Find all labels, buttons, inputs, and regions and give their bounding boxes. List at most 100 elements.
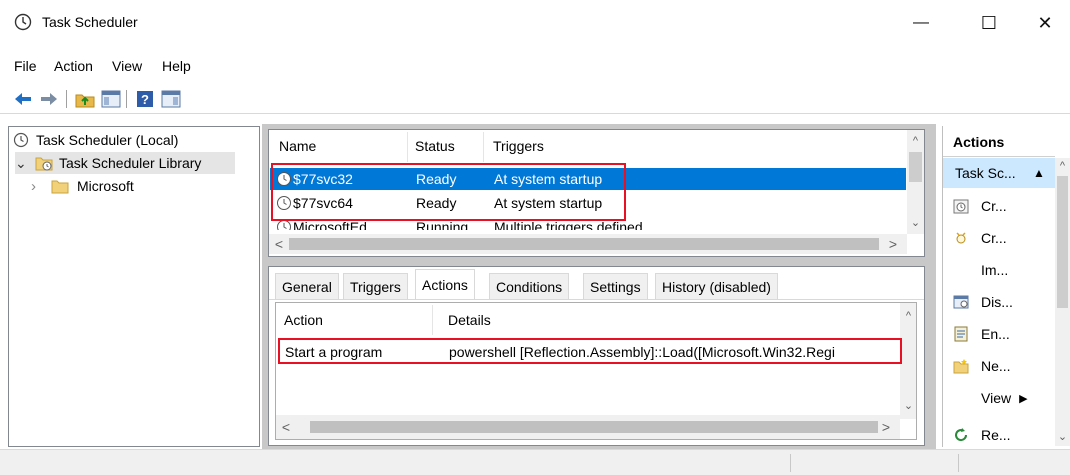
clock-icon <box>13 132 29 148</box>
action-new-folder[interactable]: Ne... <box>943 350 1055 382</box>
help-icon[interactable]: ? <box>134 88 156 110</box>
menu-action[interactable]: Action <box>54 58 93 74</box>
menu-help[interactable]: Help <box>162 58 191 74</box>
collapse-up-icon[interactable]: ▲ <box>1033 166 1045 180</box>
column-header-name[interactable]: Name <box>279 138 316 154</box>
back-arrow-icon[interactable] <box>12 88 34 110</box>
task-list[interactable]: Name Status Triggers $77svc32 Ready At s… <box>268 129 925 257</box>
scroll-left-icon[interactable]: < <box>271 236 287 252</box>
window-title: Task Scheduler <box>42 14 138 30</box>
tree-item-label: Task Scheduler (Local) <box>36 132 179 148</box>
refresh-icon <box>955 428 968 442</box>
action-create-basic-task[interactable]: Cr... <box>943 190 1055 222</box>
task-status: Ready <box>416 195 457 211</box>
minimize-button[interactable]: — <box>898 0 944 46</box>
task-triggers: Multiple triggers defined <box>494 219 643 230</box>
action-label: Dis... <box>981 294 1013 310</box>
tab-strip-border <box>269 299 924 300</box>
tab-conditions[interactable]: Conditions <box>489 273 570 299</box>
scrollbar-thumb[interactable] <box>909 152 922 182</box>
table-row[interactable]: Start a program powershell [Reflection.A… <box>277 341 899 363</box>
scroll-up-icon[interactable]: ^ <box>900 307 916 324</box>
forward-arrow-icon[interactable] <box>38 88 60 110</box>
scroll-up-icon[interactable]: ^ <box>1055 158 1070 174</box>
horizontal-scrollbar[interactable]: < > <box>269 234 907 254</box>
scroll-down-icon[interactable]: ⌄ <box>900 397 916 414</box>
table-row[interactable]: $77svc32 Ready At system startup <box>270 168 906 190</box>
task-clock-icon <box>277 220 291 230</box>
close-icon: ✕ <box>1037 12 1053 33</box>
scroll-up-icon[interactable]: ^ <box>907 132 924 149</box>
scroll-down-icon[interactable]: ⌄ <box>907 214 924 231</box>
column-separator[interactable] <box>407 132 408 162</box>
actions-pane-header: Actions <box>953 134 1005 150</box>
scroll-down-icon[interactable]: ⌄ <box>1055 428 1070 444</box>
action-refresh[interactable]: Re... <box>943 414 1055 442</box>
action-type: Start a program <box>285 344 383 360</box>
status-separator <box>790 454 791 472</box>
actions-list[interactable]: Action Details Start a program powershel… <box>275 302 917 440</box>
scroll-left-icon[interactable]: < <box>278 419 294 435</box>
column-separator[interactable] <box>432 305 433 335</box>
title-bar[interactable]: Task Scheduler — ☐ ✕ <box>0 0 1070 48</box>
console-tree[interactable]: Task Scheduler (Local) ⌄ Task Scheduler … <box>8 126 260 447</box>
action-view[interactable]: View ▶ <box>943 382 1055 414</box>
table-row[interactable]: MicrosoftEd Running Multiple triggers de… <box>270 216 906 230</box>
tab-general[interactable]: General <box>275 273 339 299</box>
chevron-down-icon[interactable]: ⌄ <box>15 156 29 170</box>
task-name: MicrosoftEd <box>293 219 367 230</box>
show-hide-tree-icon[interactable] <box>100 88 122 110</box>
scroll-right-icon[interactable]: > <box>885 236 901 252</box>
actions-header-divider <box>943 156 1055 157</box>
column-header-action[interactable]: Action <box>284 312 323 328</box>
actions-section-task-scheduler-library[interactable]: Task Sc... ▲ <box>943 158 1055 188</box>
scroll-right-icon[interactable]: > <box>878 419 894 435</box>
tab-settings[interactable]: Settings <box>583 273 648 299</box>
actions-pane: Actions Task Sc... ▲ Cr... Cr... Im... D… <box>942 126 1070 447</box>
vertical-scrollbar[interactable]: ^ ⌄ <box>1055 158 1070 446</box>
status-bar <box>0 449 1070 475</box>
column-separator[interactable] <box>483 132 484 162</box>
task-triggers: At system startup <box>494 171 603 187</box>
chevron-right-icon[interactable]: › <box>31 178 45 195</box>
folder-icon <box>51 180 69 194</box>
menu-file[interactable]: File <box>14 58 37 74</box>
vertical-scrollbar[interactable]: ^ ⌄ <box>907 130 924 234</box>
tree-item-task-scheduler-local[interactable]: Task Scheduler (Local) <box>13 129 178 151</box>
tab-actions[interactable]: Actions <box>415 269 475 300</box>
import-task-icon <box>953 262 969 278</box>
action-label: Cr... <box>981 230 1007 246</box>
table-row[interactable]: $77svc64 Ready At system startup <box>270 192 906 214</box>
horizontal-scrollbar[interactable]: < > <box>276 415 900 439</box>
maximize-icon: ☐ <box>980 12 998 33</box>
action-import-task[interactable]: Im... <box>943 254 1055 286</box>
status-separator <box>958 454 959 472</box>
tab-triggers[interactable]: Triggers <box>343 273 408 299</box>
action-display-running-tasks[interactable]: Dis... <box>943 286 1055 318</box>
tree-item-microsoft[interactable]: › Microsoft <box>31 175 134 197</box>
show-hide-action-pane-icon[interactable] <box>160 88 182 110</box>
vertical-scrollbar[interactable]: ^ ⌄ <box>900 303 916 419</box>
up-folder-icon[interactable] <box>74 88 96 110</box>
task-triggers: At system startup <box>494 195 603 211</box>
column-header-status[interactable]: Status <box>415 138 455 154</box>
tree-item-label: Task Scheduler Library <box>59 155 202 171</box>
tree-item-task-scheduler-library[interactable]: ⌄ Task Scheduler Library <box>15 152 235 174</box>
toolbar-separator <box>126 90 127 108</box>
column-header-details[interactable]: Details <box>448 312 491 328</box>
maximize-button[interactable]: ☐ <box>966 0 1012 46</box>
scrollbar-thumb[interactable] <box>1057 176 1068 308</box>
close-button[interactable]: ✕ <box>1022 0 1068 46</box>
tab-history[interactable]: History (disabled) <box>655 273 778 299</box>
minimize-icon: — <box>913 14 929 31</box>
menu-bar: File Action View Help <box>0 52 1070 80</box>
action-enable-history[interactable]: En... <box>943 318 1055 350</box>
actions-section-label: Task Sc... <box>955 165 1016 181</box>
scrollbar-thumb[interactable] <box>310 421 878 433</box>
column-header-triggers[interactable]: Triggers <box>493 138 544 154</box>
action-create-task[interactable]: Cr... <box>943 222 1055 254</box>
scrollbar-thumb[interactable] <box>289 238 879 250</box>
menu-view[interactable]: View <box>112 58 142 74</box>
create-task-icon <box>956 232 966 244</box>
task-name: $77svc32 <box>293 171 353 187</box>
